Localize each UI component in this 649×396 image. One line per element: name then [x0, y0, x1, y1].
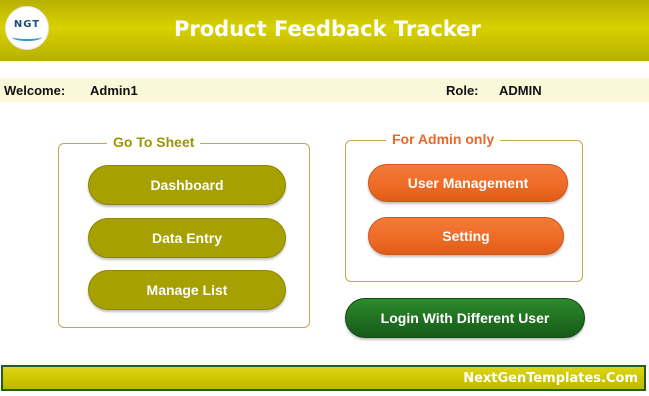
go-to-sheet-title: Go To Sheet	[107, 134, 201, 150]
manage-list-button[interactable]: Manage List	[88, 270, 286, 310]
ngt-logo-icon: NGT	[5, 6, 49, 50]
role-value: ADMIN	[499, 83, 542, 98]
footer-bar: NextGenTemplates.Com	[1, 365, 646, 391]
user-name: Admin1	[90, 83, 138, 98]
app-window: NGT Product Feedback Tracker Welcome: Ad…	[0, 0, 649, 396]
logo-swoosh-icon	[12, 33, 42, 41]
header-bar: NGT Product Feedback Tracker	[0, 0, 649, 61]
data-entry-button[interactable]: Data Entry	[88, 218, 286, 258]
user-management-button[interactable]: User Management	[368, 164, 568, 202]
welcome-bar: Welcome: Admin1 Role: ADMIN	[0, 78, 649, 102]
dashboard-button[interactable]: Dashboard	[88, 165, 286, 205]
footer-link[interactable]: NextGenTemplates.Com	[463, 371, 638, 386]
role-label: Role:	[446, 83, 479, 98]
app-title: Product Feedback Tracker	[174, 17, 481, 41]
logo-text: NGT	[13, 19, 41, 30]
admin-group: For Admin only	[345, 131, 583, 282]
welcome-label: Welcome:	[4, 83, 66, 98]
admin-group-title: For Admin only	[386, 131, 501, 147]
setting-button[interactable]: Setting	[368, 217, 564, 255]
login-different-user-button[interactable]: Login With Different User	[345, 298, 585, 338]
